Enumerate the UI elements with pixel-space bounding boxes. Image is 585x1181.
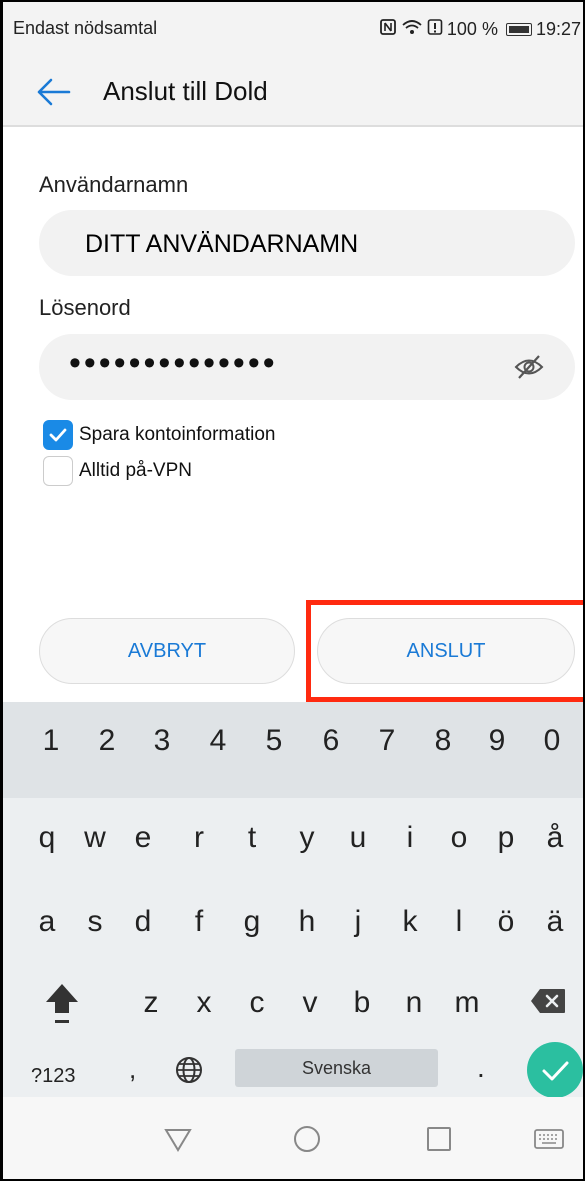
key-8[interactable]: 8 — [421, 724, 465, 758]
key-z[interactable]: z — [129, 986, 173, 1020]
key-w[interactable]: w — [73, 821, 117, 855]
status-bar: Endast nödsamtal 100 % 19:27 — [3, 2, 583, 57]
page-title: Anslut till Dold — [103, 76, 268, 106]
key-ö[interactable]: ö — [484, 905, 528, 939]
key-s[interactable]: s — [73, 905, 117, 939]
password-input[interactable]: •••••••••••••• — [39, 334, 575, 400]
globe-icon[interactable] — [174, 1055, 204, 1085]
recents-square-icon[interactable] — [421, 1121, 457, 1157]
check-icon — [49, 428, 67, 442]
key-d[interactable]: d — [121, 905, 165, 939]
password-value: •••••••••••••• — [69, 344, 278, 382]
highlight-box — [306, 600, 583, 702]
battery-icon — [505, 23, 532, 36]
key-i[interactable]: i — [388, 821, 432, 855]
key-u[interactable]: u — [336, 821, 380, 855]
key-q[interactable]: q — [25, 821, 69, 855]
key-f[interactable]: f — [177, 905, 221, 939]
key-g[interactable]: g — [230, 905, 274, 939]
key-e[interactable]: e — [121, 821, 165, 855]
keyboard-hide-icon[interactable] — [531, 1121, 567, 1157]
back-triangle-icon[interactable] — [160, 1121, 196, 1157]
key-7[interactable]: 7 — [365, 724, 409, 758]
key-0[interactable]: 0 — [530, 724, 574, 758]
keyboard: 1234567890qwertyuiopåasdfghjklöäzxcvbnm … — [3, 702, 583, 1098]
done-check-icon — [542, 1061, 569, 1081]
app-bar: Anslut till Dold — [3, 57, 583, 127]
shift-icon[interactable] — [43, 981, 81, 1027]
key-r[interactable]: r — [177, 821, 221, 855]
key-j[interactable]: j — [336, 905, 380, 939]
wifi-icon — [401, 18, 423, 41]
cancel-button[interactable]: AVBRYT — [39, 618, 295, 684]
key-n[interactable]: n — [392, 986, 436, 1020]
key-m[interactable]: m — [445, 986, 489, 1020]
key-t[interactable]: t — [230, 821, 274, 855]
save-account-label: Spara kontoinformation — [79, 424, 276, 445]
key-3[interactable]: 3 — [140, 724, 184, 758]
home-circle-icon[interactable] — [289, 1121, 325, 1157]
phone-screen: Endast nödsamtal 100 % 19:27 Anslut till… — [0, 0, 585, 1181]
key-ä[interactable]: ä — [533, 905, 577, 939]
password-label: Lösenord — [39, 295, 131, 320]
always-on-vpn-label: Alltid på-VPN — [79, 460, 192, 481]
key-5[interactable]: 5 — [252, 724, 296, 758]
username-value: DITT ANVÄNDARNAMN — [85, 230, 359, 258]
key-c[interactable]: c — [235, 986, 279, 1020]
key-å[interactable]: å — [533, 821, 577, 855]
back-arrow-icon[interactable] — [33, 73, 73, 111]
space-key[interactable]: Svenska — [235, 1049, 438, 1087]
navigation-bar — [3, 1097, 583, 1179]
period-key[interactable]: . — [477, 1052, 485, 1084]
symbols-key[interactable]: ?123 — [31, 1065, 76, 1088]
status-icons: 100 % 19:27 — [379, 18, 581, 41]
key-4[interactable]: 4 — [196, 724, 240, 758]
key-x[interactable]: x — [182, 986, 226, 1020]
key-h[interactable]: h — [285, 905, 329, 939]
key-p[interactable]: p — [484, 821, 528, 855]
alert-icon — [427, 18, 443, 41]
always-on-vpn-checkbox[interactable] — [43, 456, 73, 486]
save-account-checkbox[interactable] — [43, 420, 73, 450]
key-1[interactable]: 1 — [29, 724, 73, 758]
key-v[interactable]: v — [288, 986, 332, 1020]
key-6[interactable]: 6 — [309, 724, 353, 758]
key-b[interactable]: b — [340, 986, 384, 1020]
key-2[interactable]: 2 — [85, 724, 129, 758]
clock: 19:27 — [535, 19, 581, 39]
key-9[interactable]: 9 — [475, 724, 519, 758]
battery-percent: 100 % — [446, 19, 498, 39]
comma-key[interactable]: , — [129, 1054, 136, 1085]
save-account-row[interactable]: Spara kontoinformation — [43, 420, 275, 450]
always-on-vpn-row[interactable]: Alltid på-VPN — [43, 456, 192, 486]
nfc-icon — [379, 18, 397, 41]
backspace-icon[interactable] — [530, 988, 566, 1014]
username-input[interactable]: DITT ANVÄNDARNAMN — [39, 210, 575, 276]
carrier-text: Endast nödsamtal — [13, 18, 158, 38]
hide-password-icon[interactable] — [513, 353, 545, 381]
key-a[interactable]: a — [25, 905, 69, 939]
key-y[interactable]: y — [285, 821, 329, 855]
key-k[interactable]: k — [388, 905, 432, 939]
username-label: Användarnamn — [39, 172, 189, 197]
key-l[interactable]: l — [437, 905, 481, 939]
enter-key[interactable] — [527, 1042, 583, 1098]
key-o[interactable]: o — [437, 821, 481, 855]
